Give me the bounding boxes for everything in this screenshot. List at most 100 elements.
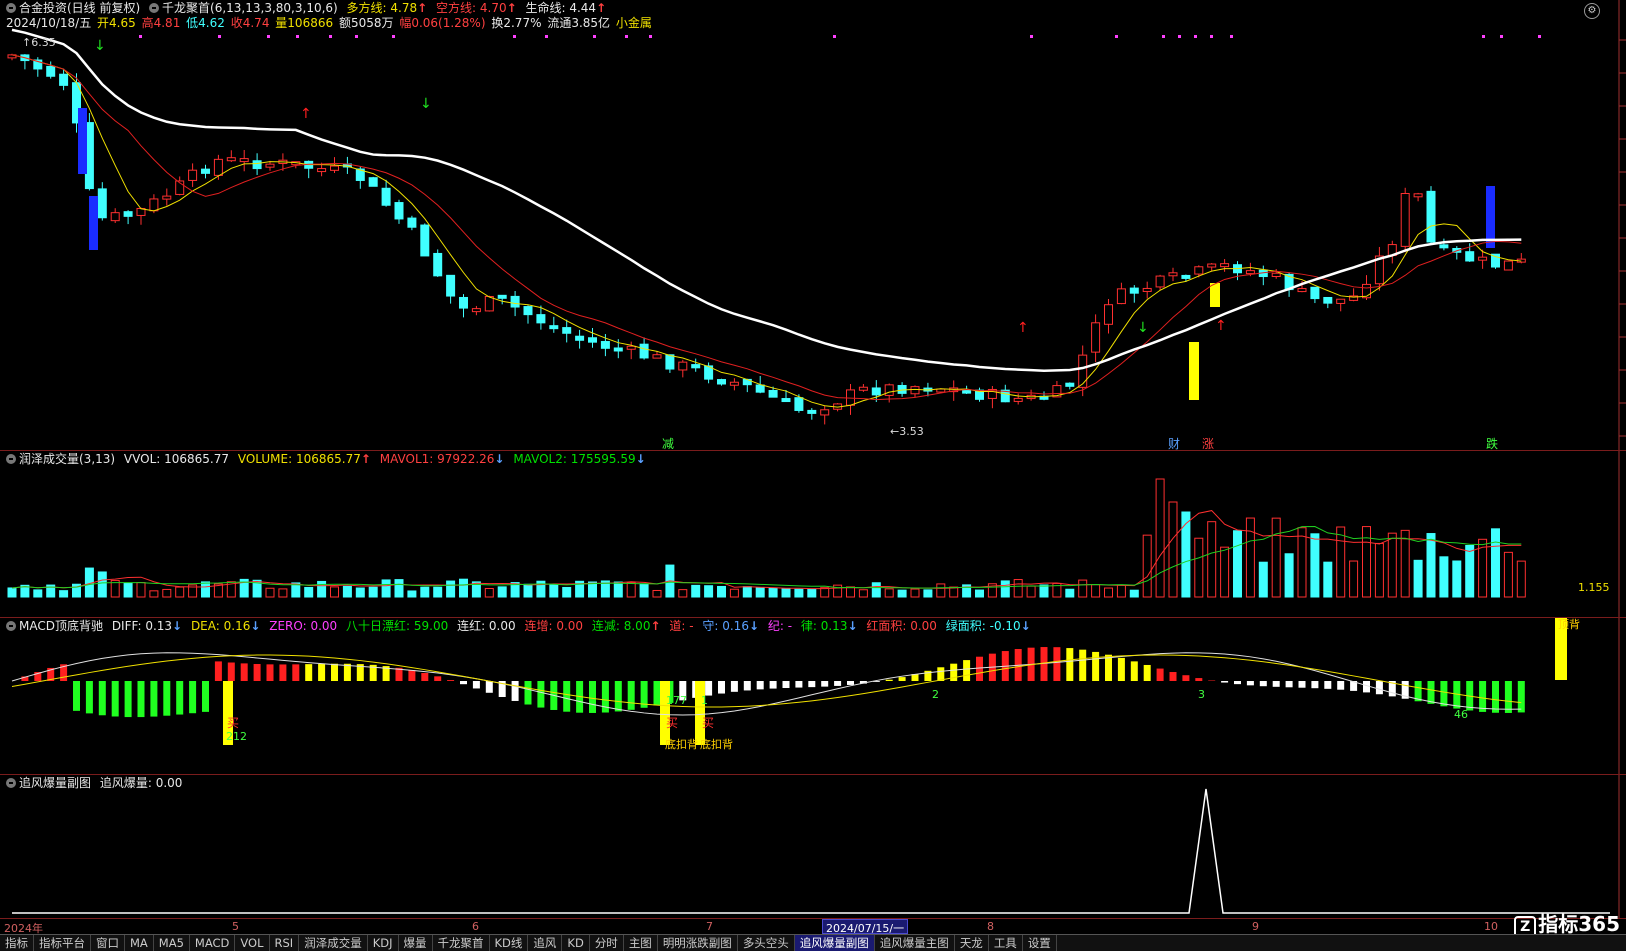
- magenta-dot: [1030, 35, 1033, 38]
- bottom-tab[interactable]: 追风爆量副图: [794, 935, 875, 951]
- bottom-tab[interactable]: 多头空头: [738, 935, 795, 951]
- bottom-tab[interactable]: 天龙: [955, 935, 989, 951]
- macd-bar: [318, 663, 326, 681]
- macd-bar: [782, 681, 790, 689]
- candle-body: [1220, 263, 1230, 268]
- macd-histogram[interactable]: [0, 618, 1626, 774]
- macd-bar: [266, 664, 274, 681]
- mavol2-line: [11, 525, 1522, 589]
- blue-signal-bar: [89, 196, 98, 250]
- volume-bars[interactable]: [0, 451, 1626, 617]
- volume-bar: [1297, 527, 1307, 598]
- bottom-tab[interactable]: 千龙聚首: [433, 935, 490, 951]
- macd-bar: [176, 681, 184, 715]
- zhuifeng-line[interactable]: [0, 775, 1626, 918]
- ma-line-yellow: [11, 54, 1522, 408]
- volume-bar: [936, 583, 946, 598]
- bottom-tab[interactable]: KD: [562, 935, 590, 951]
- bottom-tab[interactable]: RSI: [270, 935, 300, 951]
- candle-body: [588, 337, 597, 343]
- signal-arrow-icon: ↑: [1017, 320, 1029, 336]
- candle-body: [497, 294, 507, 299]
- volume-bar: [1091, 584, 1101, 598]
- candle-body: [1142, 287, 1152, 292]
- candle-body: [1078, 354, 1088, 388]
- volume-bar: [1245, 517, 1255, 598]
- candle-body: [123, 211, 133, 217]
- volume-bar: [381, 579, 391, 598]
- bottom-tab[interactable]: 追风爆量主图: [875, 935, 955, 951]
- macd-bar: [1324, 681, 1332, 689]
- volume-bar: [562, 586, 572, 598]
- bottom-tab[interactable]: 主图: [624, 935, 658, 951]
- candle-body: [781, 398, 791, 403]
- bottom-tab[interactable]: 窗口: [91, 935, 125, 951]
- candlestick-chart[interactable]: ↓ ↑ ↓ ↑ ↓ ↑: [0, 0, 1626, 450]
- candle-body: [1065, 382, 1075, 387]
- candle-body: [510, 295, 520, 308]
- candle-body: [484, 295, 494, 312]
- macd-bar: [460, 681, 467, 685]
- volume-bar: [1026, 585, 1036, 598]
- macd-bar: [421, 672, 429, 681]
- bottom-tab[interactable]: 追风: [528, 935, 563, 951]
- bottom-tab[interactable]: 设置: [1023, 935, 1057, 951]
- volume-bar: [794, 588, 804, 598]
- date-tick: 6: [472, 920, 479, 933]
- magenta-dot: [139, 35, 142, 38]
- candle-body: [381, 187, 391, 206]
- bottom-tab[interactable]: 指标: [0, 935, 34, 951]
- macd-bar: [472, 681, 480, 689]
- macd-bar: [111, 681, 119, 717]
- bottom-tab[interactable]: VOL: [235, 935, 270, 951]
- volume-bar: [201, 581, 210, 598]
- macd-bar: [202, 681, 209, 712]
- macd-bar: [756, 681, 764, 690]
- bottom-tab[interactable]: 爆量: [399, 935, 433, 951]
- volume-bar: [1491, 528, 1500, 598]
- macd-bar: [1117, 657, 1125, 681]
- macd-pane[interactable]: MACD顶底背驰 DIFF: 0.13↓ DEA: 0.16↓ ZERO: 0.…: [0, 618, 1626, 774]
- volume-bar: [1233, 530, 1242, 598]
- bottom-tab[interactable]: 润泽成交量: [299, 935, 368, 951]
- bottom-tab[interactable]: MA: [125, 935, 154, 951]
- zhuifeng-pane[interactable]: 追风爆量副图 追风爆量: 0.00: [0, 775, 1626, 918]
- volume-bar: [549, 583, 559, 598]
- bottom-tab[interactable]: 明明涨跌副图: [658, 935, 738, 951]
- macd-bar: [447, 680, 455, 681]
- candle-body: [962, 389, 972, 394]
- volume-bar: [459, 578, 468, 598]
- buy-label: 买: [702, 716, 715, 730]
- bottom-tab[interactable]: MA5: [154, 935, 190, 951]
- volume-bar: [1258, 561, 1268, 598]
- macd-bar: [124, 681, 132, 718]
- macd-bar: [821, 681, 829, 687]
- macd-bar: [1504, 681, 1512, 713]
- bottom-tab[interactable]: KD线: [490, 935, 529, 951]
- magenta-dot: [392, 35, 395, 38]
- bottom-tab[interactable]: MACD: [190, 935, 236, 951]
- volume-bar: [1284, 553, 1294, 598]
- macd-bar: [627, 681, 635, 710]
- candle-body: [717, 379, 726, 385]
- bottom-tab[interactable]: 工具: [989, 935, 1023, 951]
- bottom-tab[interactable]: 指标平台: [34, 935, 91, 951]
- volume-bar: [1349, 560, 1359, 598]
- magenta-dot: [513, 35, 516, 38]
- volume-pane[interactable]: 润泽成交量(3,13) VVOL: 106865.77 VOLUME: 1068…: [0, 451, 1626, 617]
- main-chart-pane[interactable]: 合金投资(日线 前复权) 千龙聚首(6,13,13,3,80,3,10,6) 多…: [0, 0, 1626, 451]
- candle-body: [549, 325, 559, 330]
- volume-bar: [846, 586, 855, 598]
- volume-bar: [317, 580, 327, 598]
- candle-body: [394, 202, 404, 220]
- volume-bar: [1439, 556, 1449, 598]
- high-price-label: 6.35: [31, 36, 56, 49]
- candle-body: [600, 341, 610, 349]
- candle-body: [407, 217, 417, 228]
- macd-bar: [408, 670, 416, 681]
- magenta-dot: [1194, 35, 1197, 38]
- candle-body: [1155, 275, 1165, 288]
- bottom-tab[interactable]: 分时: [590, 935, 624, 951]
- date-axis: 2024年 5 6 7 2024/07/15/一 8 9 10: [0, 918, 1626, 935]
- bottom-tab[interactable]: KDJ: [368, 935, 399, 951]
